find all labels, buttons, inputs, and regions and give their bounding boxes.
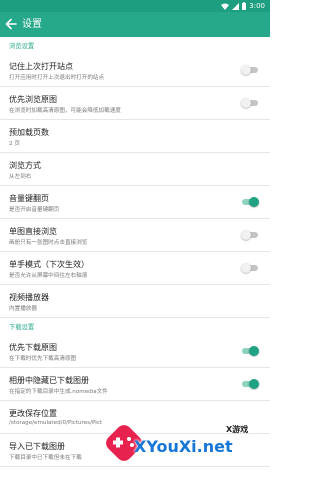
toggle-switch[interactable] <box>241 263 259 273</box>
toggle-switch[interactable] <box>241 65 259 75</box>
pref-volume-key-paging[interactable]: 音量键翻页 是否开启音量键翻页 <box>0 186 270 219</box>
watermark-brand: XYouXi.net <box>134 437 233 456</box>
pref-single-image-direct[interactable]: 单图直接浏览 画册只有一张图时点击直接浏览 <box>0 219 270 252</box>
watermark-sub: X游戏 <box>226 425 249 434</box>
pref-summary: 内置播放器 <box>9 306 37 312</box>
pref-summary: 在下载时优先下载高清原图 <box>9 356 77 362</box>
pref-video-player[interactable]: 视频播放器 内置播放器 <box>0 285 270 318</box>
arrow-left-icon[interactable] <box>4 17 18 31</box>
page-title: 设置 <box>22 19 42 30</box>
pref-summary: 是否开启音量键翻页 <box>9 207 60 213</box>
battery-icon <box>242 2 247 10</box>
pref-summary: 2 页 <box>9 141 20 147</box>
pref-download-original[interactable]: 优先下载原图 在下载时优先下载高清原图 <box>0 335 270 368</box>
pref-summary: 在指定的下载目录中生成.nomedia文件 <box>9 389 108 395</box>
pref-title: 单图直接浏览 <box>9 227 57 236</box>
toggle-switch[interactable] <box>241 379 259 389</box>
settings-list[interactable]: 浏览设置 记住上次打开站点 打开应用时打开上次退出时打开的站点 优先浏览原图 在… <box>0 37 270 480</box>
pref-prefer-original-image[interactable]: 优先浏览原图 在浏览时加载高清原图，可能会降低加载速度 <box>0 87 270 120</box>
pref-title: 记住上次打开站点 <box>9 62 73 71</box>
pref-title: 浏览方式 <box>9 161 41 170</box>
pref-summary: 在浏览时加载高清原图，可能会降低加载速度 <box>9 108 121 114</box>
pref-title: 单手模式（下次生效） <box>9 260 89 269</box>
pref-title: 导入已下载图册 <box>9 442 65 451</box>
pref-title: 预加载页数 <box>9 128 49 137</box>
pref-summary: 打开应用时打开上次退出时打开的站点 <box>9 75 105 81</box>
toggle-switch[interactable] <box>241 197 259 207</box>
toggle-switch[interactable] <box>241 230 259 240</box>
pref-one-hand-mode[interactable]: 单手模式（下次生效） 是否允许从屏幕中间往左右轴滚 <box>0 252 270 285</box>
pref-preload-pages[interactable]: 预加载页数 2 页 <box>0 120 270 153</box>
cellular-icon <box>232 2 240 10</box>
status-icons: 3:00 <box>221 0 265 12</box>
pref-remember-last-site[interactable]: 记住上次打开站点 打开应用时打开上次退出时打开的站点 <box>0 54 270 87</box>
pref-reading-direction[interactable]: 浏览方式 从左到右 <box>0 153 270 186</box>
pref-summary: 是否允许从屏幕中间往左右轴滚 <box>9 273 88 279</box>
pref-hide-downloaded-albums[interactable]: 相册中隐藏已下载图册 在指定的下载目录中生成.nomedia文件 <box>0 368 270 401</box>
app-bar: 设置 <box>0 12 270 37</box>
pref-title: 优先下载原图 <box>9 343 57 352</box>
pref-title: 优先浏览原图 <box>9 95 57 104</box>
status-time: 3:00 <box>249 2 265 10</box>
toggle-switch[interactable] <box>241 98 259 108</box>
wifi-icon <box>221 3 230 10</box>
pref-title: 相册中隐藏已下载图册 <box>9 376 89 385</box>
section-header-browse: 浏览设置 <box>9 43 35 50</box>
status-bar: 3:00 <box>0 0 270 12</box>
section-header-download: 下载设置 <box>9 324 35 331</box>
pref-title: 更改保存位置 <box>9 409 57 418</box>
pref-summary: 下载目录中已下载但未在下载 <box>9 455 82 461</box>
pref-title: 视频播放器 <box>9 293 49 302</box>
pref-title: 音量键翻页 <box>9 194 49 203</box>
pref-summary: 从左到右 <box>9 174 32 180</box>
pref-summary: 画册只有一张图时点击直接浏览 <box>9 240 88 246</box>
toggle-switch[interactable] <box>241 346 259 356</box>
watermark: XYouXi.net X游戏 <box>100 420 270 480</box>
pref-summary: /storage/emulated/0/Pictures/Pict <box>9 420 103 426</box>
